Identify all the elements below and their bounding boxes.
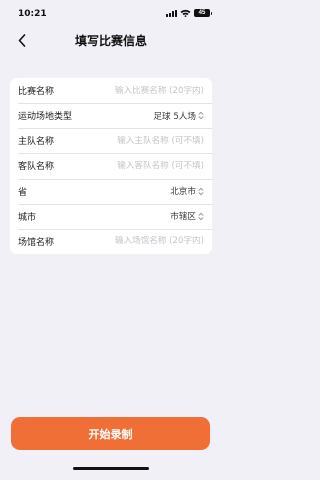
status-time: 10:21 <box>18 9 47 19</box>
form-row-province[interactable]: 省 北京市 <box>10 178 212 204</box>
venue-type-value: 足球 5人场 <box>153 111 196 122</box>
home-team-input[interactable] <box>54 135 204 146</box>
match-name-label: 比赛名称 <box>18 87 55 98</box>
wifi-icon <box>180 9 191 17</box>
form-row-city[interactable]: 城市 市辖区 <box>10 203 212 229</box>
form-row-venue-type[interactable]: 运动场地类型 足球 5人场 <box>10 103 212 128</box>
status-icons: 45 <box>166 9 212 17</box>
venue-name-label: 场馆名称 <box>18 237 55 248</box>
match-name-input[interactable] <box>54 85 204 96</box>
away-team-label: 客队名称 <box>18 162 55 173</box>
venue-type-label: 运动场地类型 <box>18 112 73 123</box>
nav-bar: 填写比赛信息 <box>0 30 222 50</box>
page-title: 填写比赛信息 <box>74 34 147 48</box>
province-label: 省 <box>18 187 28 198</box>
city-select[interactable]: 市辖区 <box>36 210 204 222</box>
city-label: 城市 <box>18 212 37 223</box>
battery-icon: 45 <box>194 9 212 17</box>
form-row-away-team: 客队名称 <box>10 153 212 178</box>
start-recording-button[interactable]: 开始录制 <box>11 417 210 450</box>
chevron-up-down-icon <box>198 112 204 120</box>
away-team-input[interactable] <box>54 160 204 171</box>
form-row-venue-name: 场馆名称 <box>10 228 212 254</box>
venue-name-input[interactable] <box>54 236 204 247</box>
chevron-up-down-icon <box>198 212 204 220</box>
province-select[interactable]: 北京市 <box>27 185 204 197</box>
status-bar: 10:21 45 <box>0 0 222 30</box>
form-row-match-name: 比赛名称 <box>10 78 212 103</box>
home-team-label: 主队名称 <box>18 137 55 148</box>
venue-type-select[interactable]: 足球 5人场 <box>72 110 204 122</box>
home-indicator <box>73 467 149 470</box>
chevron-up-down-icon <box>198 187 204 195</box>
city-value: 市辖区 <box>170 212 196 223</box>
cellular-signal-icon <box>166 9 177 17</box>
match-info-form: 比赛名称 运动场地类型 足球 5人场 主队名称 客队名称 省 北京市 城市 市辖… <box>10 78 212 254</box>
form-row-home-team: 主队名称 <box>10 128 212 153</box>
battery-level: 45 <box>198 10 206 16</box>
province-value: 北京市 <box>170 187 196 198</box>
